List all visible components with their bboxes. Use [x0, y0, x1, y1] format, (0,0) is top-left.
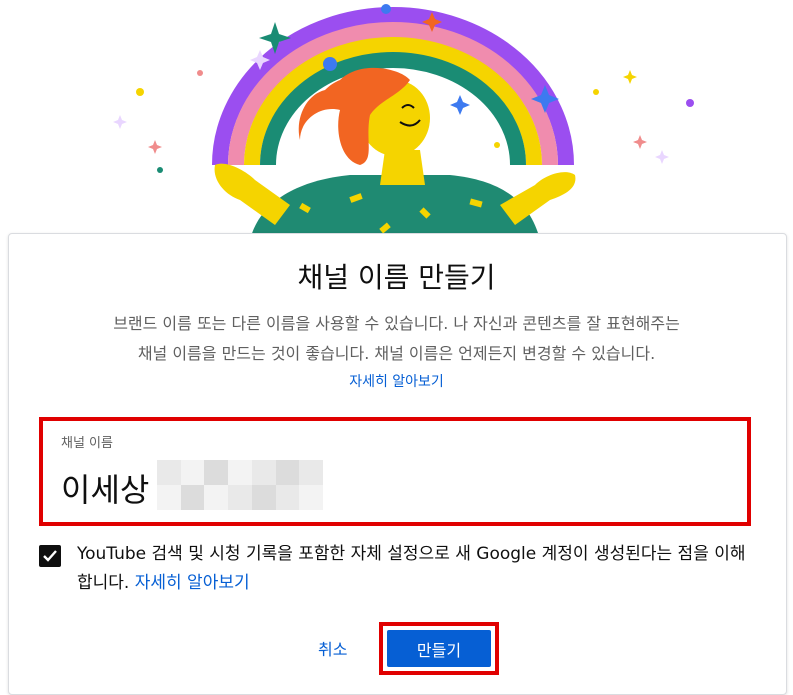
description-line-1: 브랜드 이름 또는 다른 이름을 사용할 수 있습니다. 나 자신과 콘텐츠를 …: [113, 314, 680, 333]
redacted-text: [157, 460, 323, 510]
checkmark-icon: [43, 550, 57, 562]
description-line-2: 채널 이름을 만드는 것이 좋습니다. 채널 이름은 언제든지 변경할 수 있습…: [137, 344, 656, 363]
rainbow-illustration: [113, 4, 694, 240]
consent-checkbox[interactable]: [39, 545, 61, 567]
create-button[interactable]: 만들기: [387, 630, 491, 667]
cancel-button[interactable]: 취소: [318, 636, 347, 660]
channel-name-label: 채널 이름: [61, 436, 113, 451]
dialog-title: 채널 이름 만들기: [297, 261, 496, 294]
create-button-highlight: 만들기: [379, 622, 499, 675]
consent-text: YouTube 검색 및 시청 기록을 포함한 자체 설정으로 새 Google…: [77, 540, 757, 598]
channel-name-highlight: 채널 이름 이세상: [39, 417, 751, 526]
channel-name-value[interactable]: 이세상: [61, 465, 149, 511]
dialog-description: 브랜드 이름 또는 다른 이름을 사용할 수 있습니다. 나 자신과 콘텐츠를 …: [30, 309, 763, 369]
consent-learn-more-link[interactable]: 자세히 알아보기: [135, 573, 250, 593]
learn-more-link[interactable]: 자세히 알아보기: [0, 371, 793, 391]
channel-name-field[interactable]: 채널 이름 이세상: [49, 427, 741, 516]
